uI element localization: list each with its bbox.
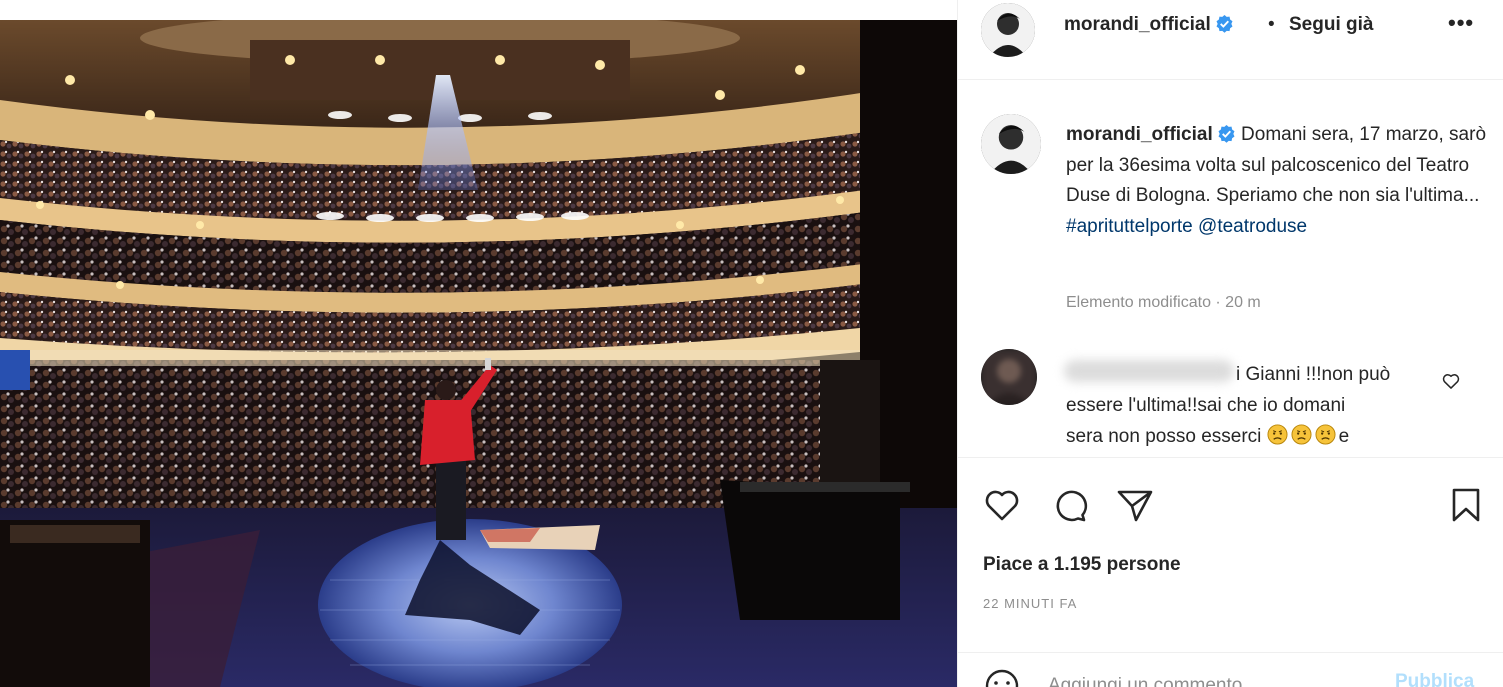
- more-options-icon[interactable]: •••: [1448, 10, 1474, 36]
- concert-photo: [0, 20, 957, 687]
- publish-button[interactable]: Pubblica: [1395, 671, 1474, 687]
- comment-line-2: essere l'ultima!!sai che io domani: [1066, 395, 1346, 416]
- post-caption: morandi_official Domani sera, 17 marzo, …: [1066, 120, 1494, 242]
- comment-text: i Gianni !!!non può essere l'ultima!!sai…: [1066, 359, 1426, 452]
- verified-badge-icon: [1217, 124, 1236, 143]
- comment-line-3: sera non posso esserci e: [1066, 424, 1350, 447]
- save-bookmark-icon[interactable]: [1446, 485, 1486, 525]
- following-button[interactable]: Segui già: [1289, 14, 1373, 36]
- post-actions: Piace a 1.195 persone 22 minuti fa: [958, 457, 1503, 653]
- post-media-area: [0, 0, 957, 687]
- hashtag-link[interactable]: #aprituttelporte: [1066, 216, 1193, 237]
- mention-link[interactable]: @teatroduse: [1198, 216, 1307, 237]
- share-paper-plane-icon[interactable]: [1115, 485, 1155, 525]
- post-comments-area: morandi_official Domani sera, 17 marzo, …: [958, 81, 1503, 456]
- verified-badge-icon: [1215, 14, 1234, 33]
- post-side-panel: morandi_official • Segui già ••• morandi…: [957, 0, 1503, 687]
- author-username[interactable]: morandi_official: [1064, 14, 1234, 36]
- author-avatar[interactable]: [981, 3, 1035, 57]
- likes-count[interactable]: Piace a 1.195 persone: [983, 554, 1181, 576]
- caption-username[interactable]: morandi_official: [1066, 124, 1213, 145]
- caption-edited-meta: Elemento modificato · 20 m: [1066, 294, 1261, 311]
- caption-author-avatar[interactable]: [981, 114, 1041, 174]
- post-header: morandi_official • Segui già •••: [958, 0, 1503, 80]
- comment-input[interactable]: [1048, 669, 1378, 687]
- like-heart-icon[interactable]: [982, 485, 1022, 525]
- disappointed-face-icon: [1315, 424, 1336, 445]
- comment-line-1: i Gianni !!!non può: [1236, 364, 1391, 385]
- add-comment-bar: Pubblica: [958, 652, 1503, 687]
- comment-bubble-icon[interactable]: [1050, 485, 1090, 525]
- post-photo[interactable]: [0, 20, 957, 687]
- emoji-picker-icon[interactable]: [982, 666, 1022, 687]
- comment-like-heart-icon[interactable]: [1441, 371, 1461, 391]
- commenter-avatar[interactable]: [981, 349, 1037, 405]
- disappointed-face-icon: [1291, 424, 1312, 445]
- post-timestamp[interactable]: 22 minuti fa: [983, 596, 1077, 611]
- follow-separator: •: [1268, 14, 1275, 35]
- disappointed-face-icon: [1267, 424, 1288, 445]
